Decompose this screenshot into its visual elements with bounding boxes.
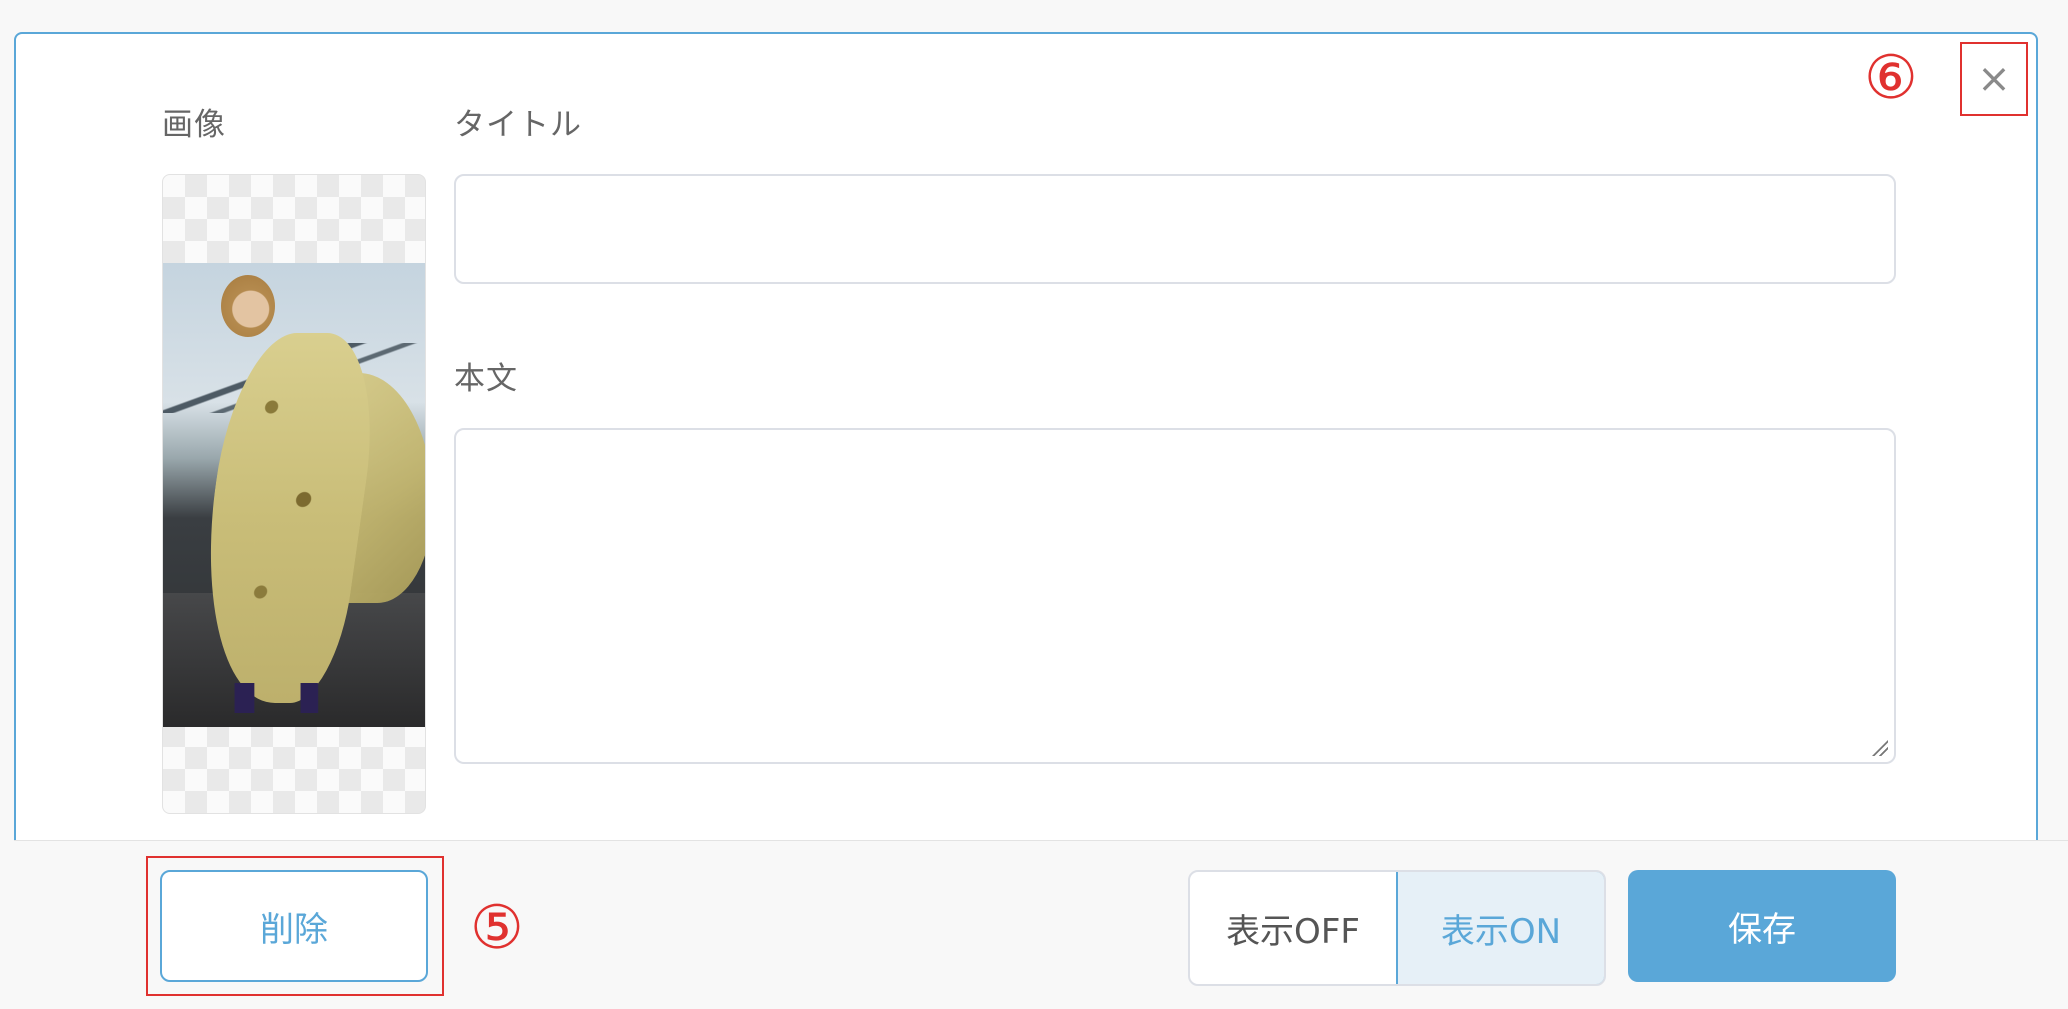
display-on-option[interactable]: 表示ON [1396, 872, 1604, 984]
uploaded-image [163, 263, 425, 727]
image-upload-area[interactable] [162, 174, 426, 814]
title-label: タイトル [454, 107, 582, 143]
image-label: 画像 [162, 107, 226, 143]
annotation-marker-6: ⑥ [1864, 43, 1918, 113]
photo-head [221, 275, 275, 337]
body-label: 本文 [454, 361, 518, 397]
body-textarea[interactable] [454, 428, 1896, 764]
save-button[interactable]: 保存 [1628, 870, 1896, 982]
close-icon: × [1977, 56, 2011, 102]
close-button[interactable]: × [1960, 42, 2028, 116]
title-input[interactable] [454, 174, 1896, 284]
delete-button[interactable]: 削除 [160, 870, 428, 982]
resize-grip-icon[interactable] [1870, 738, 1888, 756]
photo-legs [223, 683, 333, 713]
annotation-marker-5: ⑤ [470, 893, 524, 963]
display-off-option[interactable]: 表示OFF [1190, 872, 1396, 984]
display-toggle: 表示OFF 表示ON [1188, 870, 1606, 986]
